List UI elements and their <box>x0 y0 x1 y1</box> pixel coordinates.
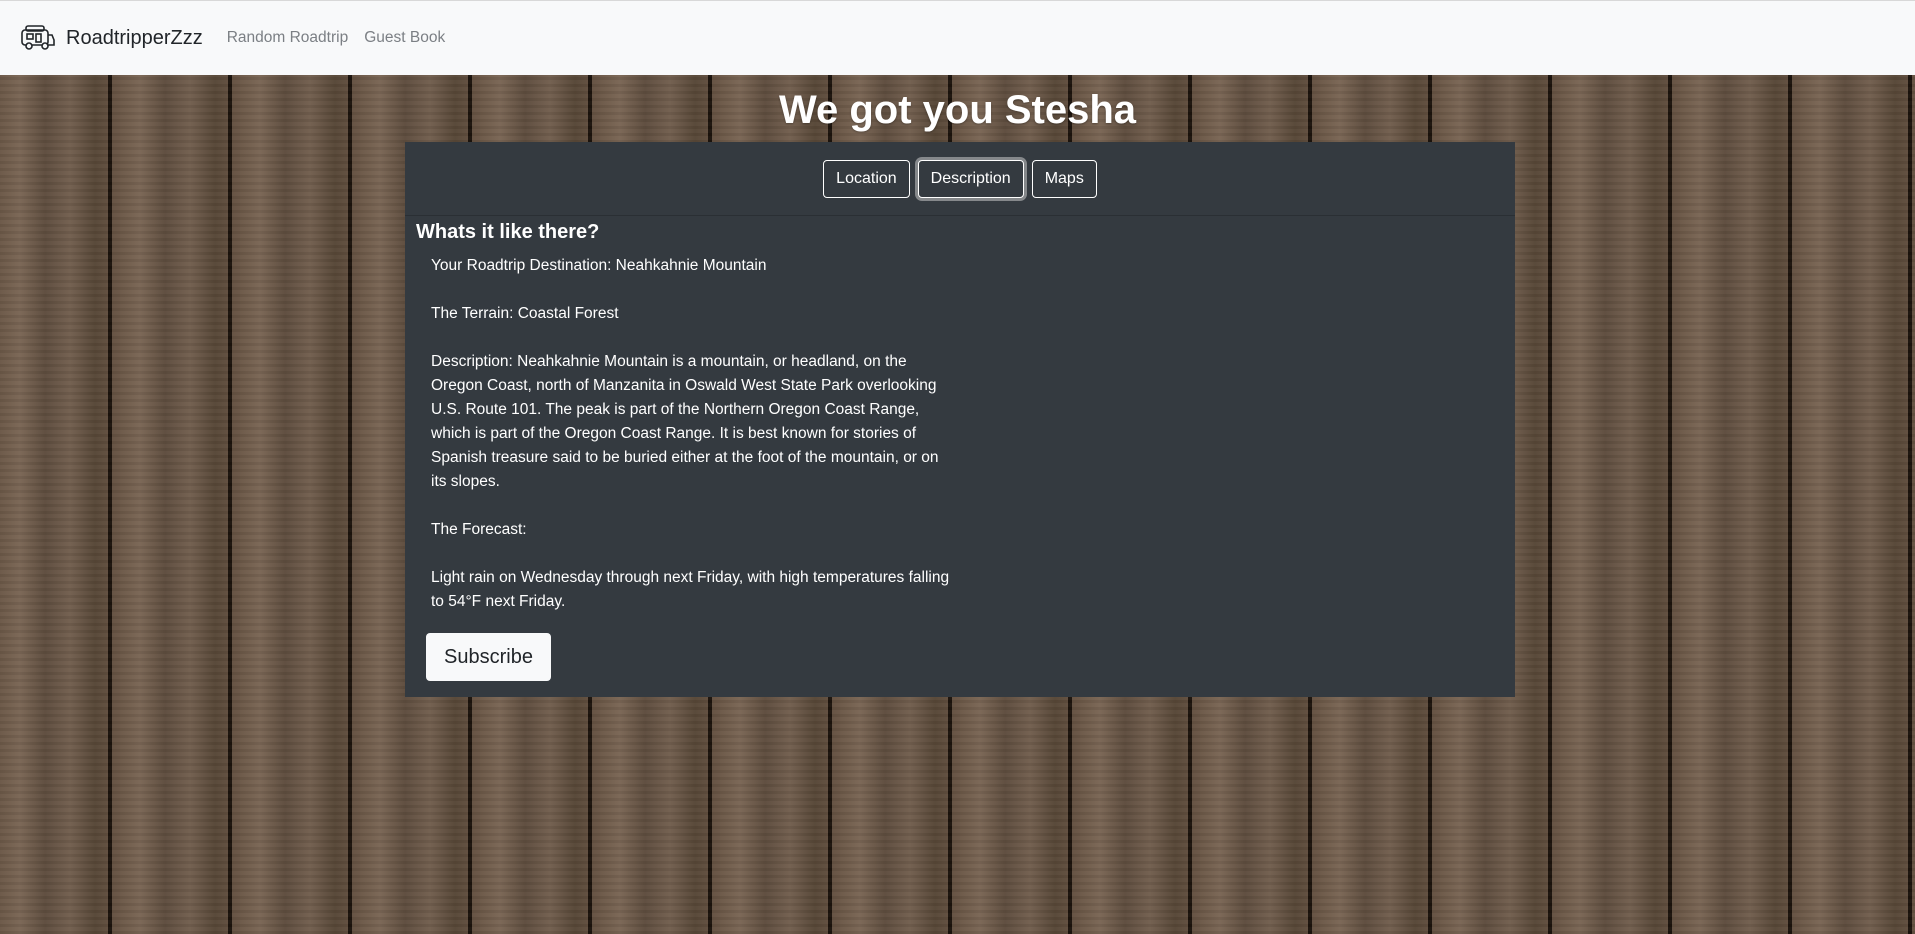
forecast-label: The Forecast: <box>431 521 527 538</box>
content-card: Location Description Maps Whats it like … <box>405 142 1515 697</box>
rv-camper-icon <box>20 24 56 52</box>
terrain-text: The Terrain: Coastal Forest <box>431 305 619 322</box>
top-navbar: RoadtripperZzz Random Roadtrip Guest Boo… <box>0 0 1915 75</box>
brand-link[interactable]: RoadtripperZzz <box>20 24 203 52</box>
nav-link-random-roadtrip[interactable]: Random Roadtrip <box>227 29 348 47</box>
destination-text: Your Roadtrip Destination: Neahkahnie Mo… <box>431 257 767 274</box>
description-text: Your Roadtrip Destination: Neahkahnie Mo… <box>431 254 951 614</box>
tab-location[interactable]: Location <box>823 159 910 198</box>
subscribe-button[interactable]: Subscribe <box>426 633 551 681</box>
section-heading: Whats it like there? <box>416 221 600 243</box>
page-title: We got you Stesha <box>778 88 1137 132</box>
forecast-text: Light rain on Wednesday through next Fri… <box>431 569 950 610</box>
tab-maps[interactable]: Maps <box>1031 159 1097 198</box>
tab-description[interactable]: Description <box>917 159 1024 198</box>
brand-name: RoadtripperZzz <box>66 26 203 49</box>
tab-bar: Location Description Maps <box>405 142 1515 216</box>
description-paragraph: Description: Neahkahnie Mountain is a mo… <box>431 353 939 490</box>
nav-link-guest-book[interactable]: Guest Book <box>364 29 445 47</box>
